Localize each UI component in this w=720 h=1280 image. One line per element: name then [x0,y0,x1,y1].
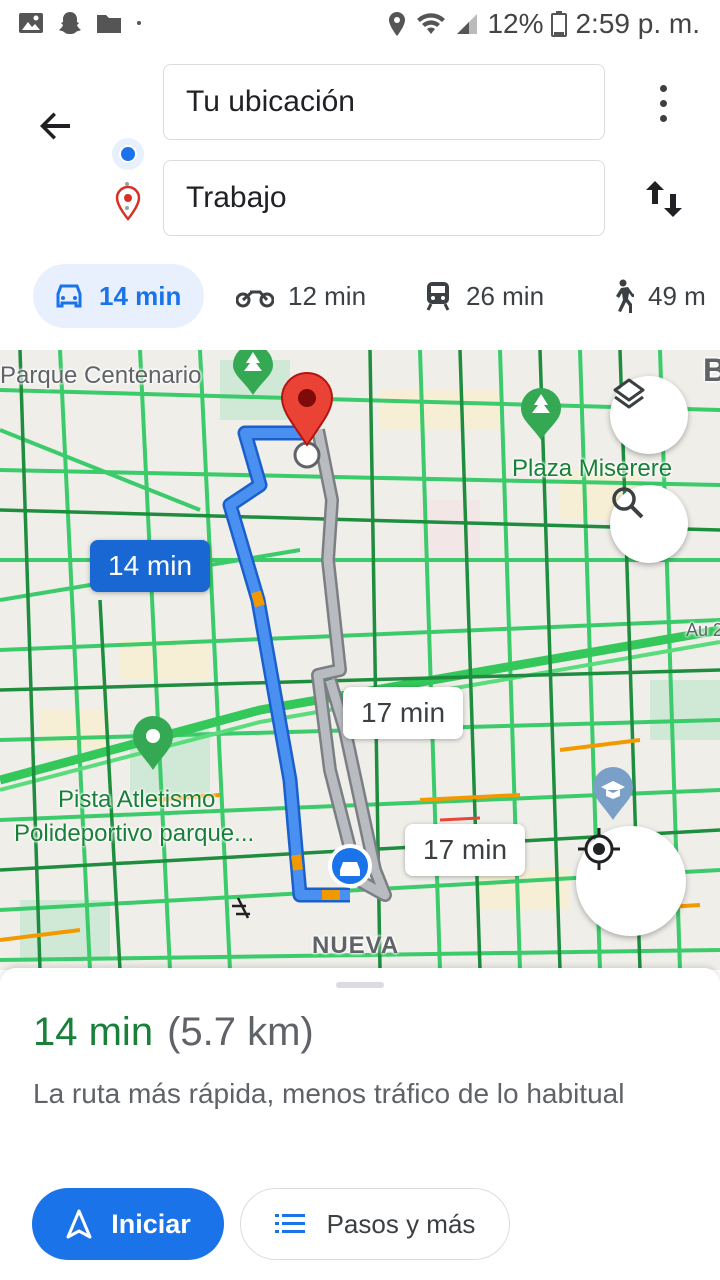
map-label-edge: B [703,352,720,388]
list-icon [274,1214,305,1233]
car-icon [56,284,82,308]
steps-button[interactable]: Pasos y más [240,1188,510,1260]
motorcycle-icon [236,290,274,308]
map-label-parque: Parque Centenario [0,362,202,389]
route-duration: 14 min [33,1010,154,1054]
swap-icon[interactable] [640,175,688,223]
dot-icon [137,21,141,25]
route-time-selected[interactable]: 14 min [90,540,211,592]
route-distance: (5.7 km) [167,1010,314,1054]
mode-car[interactable]: 14 min [33,264,204,328]
mode-motorcycle[interactable]: 12 min [236,264,366,328]
mode-transit[interactable]: 26 min [424,264,544,328]
layers-icon [613,378,645,409]
route-description: La ruta más rápida, menos tráfico de lo … [33,1078,625,1109]
start-button-label: Iniciar [111,1208,191,1239]
more-options-button[interactable] [642,82,684,124]
navigation-arrow-icon [66,1209,92,1239]
destination-field[interactable]: Trabajo [163,160,605,236]
map-view[interactable]: Parque Centenario Plaza Miserere Pista A… [0,350,720,970]
status-bar: 12% 2:59 p. m. [0,0,720,50]
battery-icon [551,11,568,37]
mode-walk-time: 49 m [648,280,706,311]
mode-motorcycle-time: 12 min [288,280,367,311]
walk-icon [616,279,634,313]
battery-percent: 12% [487,8,544,39]
back-button[interactable] [32,102,80,150]
search-icon [612,487,644,519]
clock: 2:59 p. m. [575,8,700,39]
sheet-drag-handle[interactable] [336,982,384,988]
search-along-route-button[interactable] [610,485,688,563]
mode-walk[interactable]: 49 m [610,264,706,328]
start-button[interactable]: Iniciar [32,1188,224,1260]
mode-car-time: 14 min [99,280,182,311]
location-icon [389,12,406,36]
car-position-icon [328,844,372,888]
route-summary: 14 min (5.7 km) [33,1010,314,1055]
folder-icon [97,15,121,33]
directions-header: Tu ubicación Trabajo 14 min 12 min 26 mi… [0,50,720,350]
map-label-nueva: NUEVA [312,932,400,959]
origin-field[interactable]: Tu ubicación [163,64,605,140]
map-label-polideportivo: Polideportivo parque... [14,820,255,847]
route-summary-sheet[interactable]: 14 min (5.7 km) La ruta más rápida, menos… [0,968,720,1280]
map-label-plaza: Plaza Miserere [512,455,673,482]
my-location-button[interactable] [576,826,686,936]
route-time-alt1[interactable]: 17 min [343,687,464,739]
snapchat-icon [59,12,81,34]
travel-modes: 14 min 12 min 26 min 49 m [0,262,720,332]
mode-transit-time: 26 min [466,280,545,311]
origin-dot-icon [112,138,144,170]
map-label-au: Au 2 [686,620,720,640]
gallery-icon [19,13,43,33]
destination-pin-icon [115,185,141,221]
layers-button[interactable] [610,376,688,454]
map-label-pista: Pista Atletismo [58,786,216,813]
crosshair-icon [578,828,620,870]
arrow-back-icon [40,112,70,140]
train-icon [426,282,450,311]
steps-button-label: Pasos y más [326,1208,476,1239]
wifi-icon [417,13,446,34]
signal-icon [457,14,478,34]
route-time-alt2[interactable]: 17 min [405,824,526,876]
